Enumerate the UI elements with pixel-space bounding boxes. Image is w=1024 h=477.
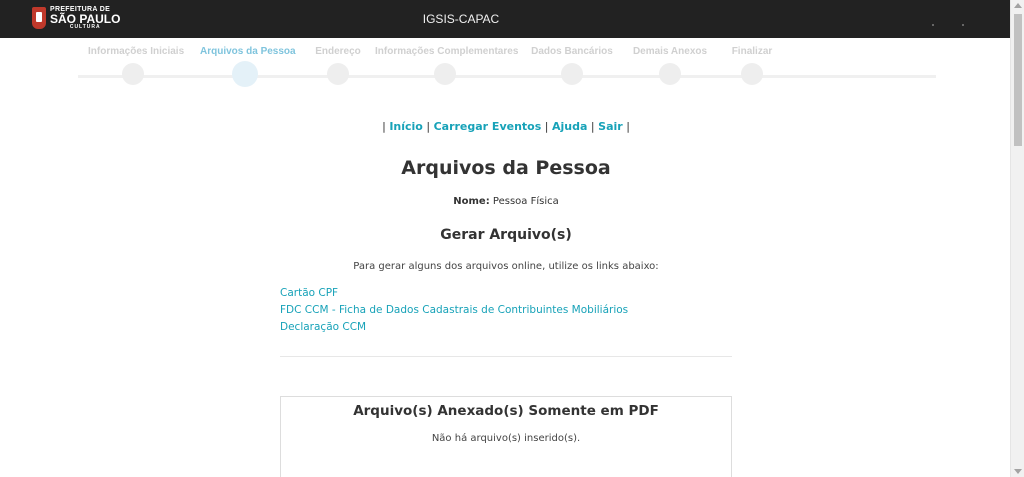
wizard-step-dados-bancarios[interactable]: Dados Bancários: [530, 44, 614, 85]
nav-separator: |: [426, 120, 431, 133]
wizard-step-label: Endereço: [315, 46, 361, 57]
name-label: Nome:: [453, 196, 490, 207]
vertical-scrollbar[interactable]: [1010, 0, 1024, 477]
wizard-step-dot: [659, 63, 681, 85]
no-files-message: Não há arquivo(s) inserido(s).: [431, 433, 581, 444]
scroll-up-arrow-icon[interactable]: [1014, 3, 1022, 8]
scrollbar-thumb[interactable]: [1014, 14, 1022, 146]
wizard-step-label: Demais Anexos: [632, 46, 708, 57]
nav-separator: |: [544, 120, 549, 133]
generate-files-title: Gerar Arquivo(s): [440, 227, 572, 243]
navbar-dot: [932, 24, 934, 26]
app-title: IGSIS-CAPAC: [422, 12, 500, 26]
link-cartao-cpf[interactable]: Cartão CPF: [280, 285, 732, 302]
link-fdc-ccm[interactable]: FDC CCM - Ficha de Dados Cadastrais de C…: [280, 302, 732, 319]
generate-instructions: Para gerar alguns dos arquivos online, u…: [353, 261, 659, 272]
wizard-step-demais-anexos[interactable]: Demais Anexos: [630, 44, 710, 85]
link-carregar-eventos[interactable]: Carregar Eventos: [434, 120, 542, 133]
wizard-step-dot: [561, 63, 583, 85]
scroll-down-arrow-icon[interactable]: [1014, 469, 1022, 474]
link-declaracao-ccm[interactable]: Declaração CCM: [280, 319, 732, 336]
page-title: Arquivos da Pessoa: [401, 157, 611, 179]
top-links: | Início | Carregar Eventos | Ajuda | Sa…: [280, 120, 732, 133]
attached-files-panel: Arquivo(s) Anexado(s) Somente em PDF Não…: [280, 396, 732, 477]
top-navbar: PREFEITURA DE SÃO PAULO CULTURA IGSIS-CA…: [0, 0, 1010, 38]
nav-separator: |: [590, 120, 595, 133]
wizard-step-endereco[interactable]: Endereço: [306, 44, 370, 85]
wizard-step-informacoes-iniciais[interactable]: Informações Iniciais: [88, 44, 185, 85]
wizard-step-dot: [122, 63, 144, 85]
attached-files-title: Arquivo(s) Anexado(s) Somente em PDF: [353, 403, 659, 419]
name-value: Pessoa Física: [492, 196, 559, 207]
wizard-step-dot: [741, 63, 763, 85]
nav-separator: |: [382, 120, 386, 133]
wizard-step-label: Dados Bancários: [531, 46, 613, 57]
wizard-step-dot-active: [232, 61, 258, 87]
wizard-step-dot: [327, 63, 349, 85]
main-content: | Início | Carregar Eventos | Ajuda | Sa…: [280, 120, 732, 357]
generate-links-list: Cartão CPF FDC CCM - Ficha de Dados Cada…: [280, 285, 732, 336]
navbar-dot: [962, 24, 964, 26]
wizard-step-label: Informações Iniciais: [88, 46, 185, 57]
wizard-step-label: Finalizar: [731, 46, 773, 57]
section-divider: [280, 356, 732, 357]
wizard-step-informacoes-complementares[interactable]: Informações Complementares: [375, 44, 519, 85]
wizard-step-dot: [434, 63, 456, 85]
wizard-step-label: Arquivos da Pessoa: [200, 46, 296, 57]
wizard-step-label: Informações Complementares: [375, 46, 519, 57]
link-inicio[interactable]: Início: [389, 120, 423, 133]
wizard-step-arquivos-da-pessoa[interactable]: Arquivos da Pessoa: [200, 44, 296, 87]
link-ajuda[interactable]: Ajuda: [552, 120, 587, 133]
wizard-step-finalizar[interactable]: Finalizar: [722, 44, 782, 85]
wizard-progress: Informações Iniciais Arquivos da Pessoa …: [78, 44, 936, 87]
link-sair[interactable]: Sair: [598, 120, 623, 133]
nav-separator: |: [626, 120, 630, 133]
person-name-line: Nome: Pessoa Física: [280, 196, 732, 207]
